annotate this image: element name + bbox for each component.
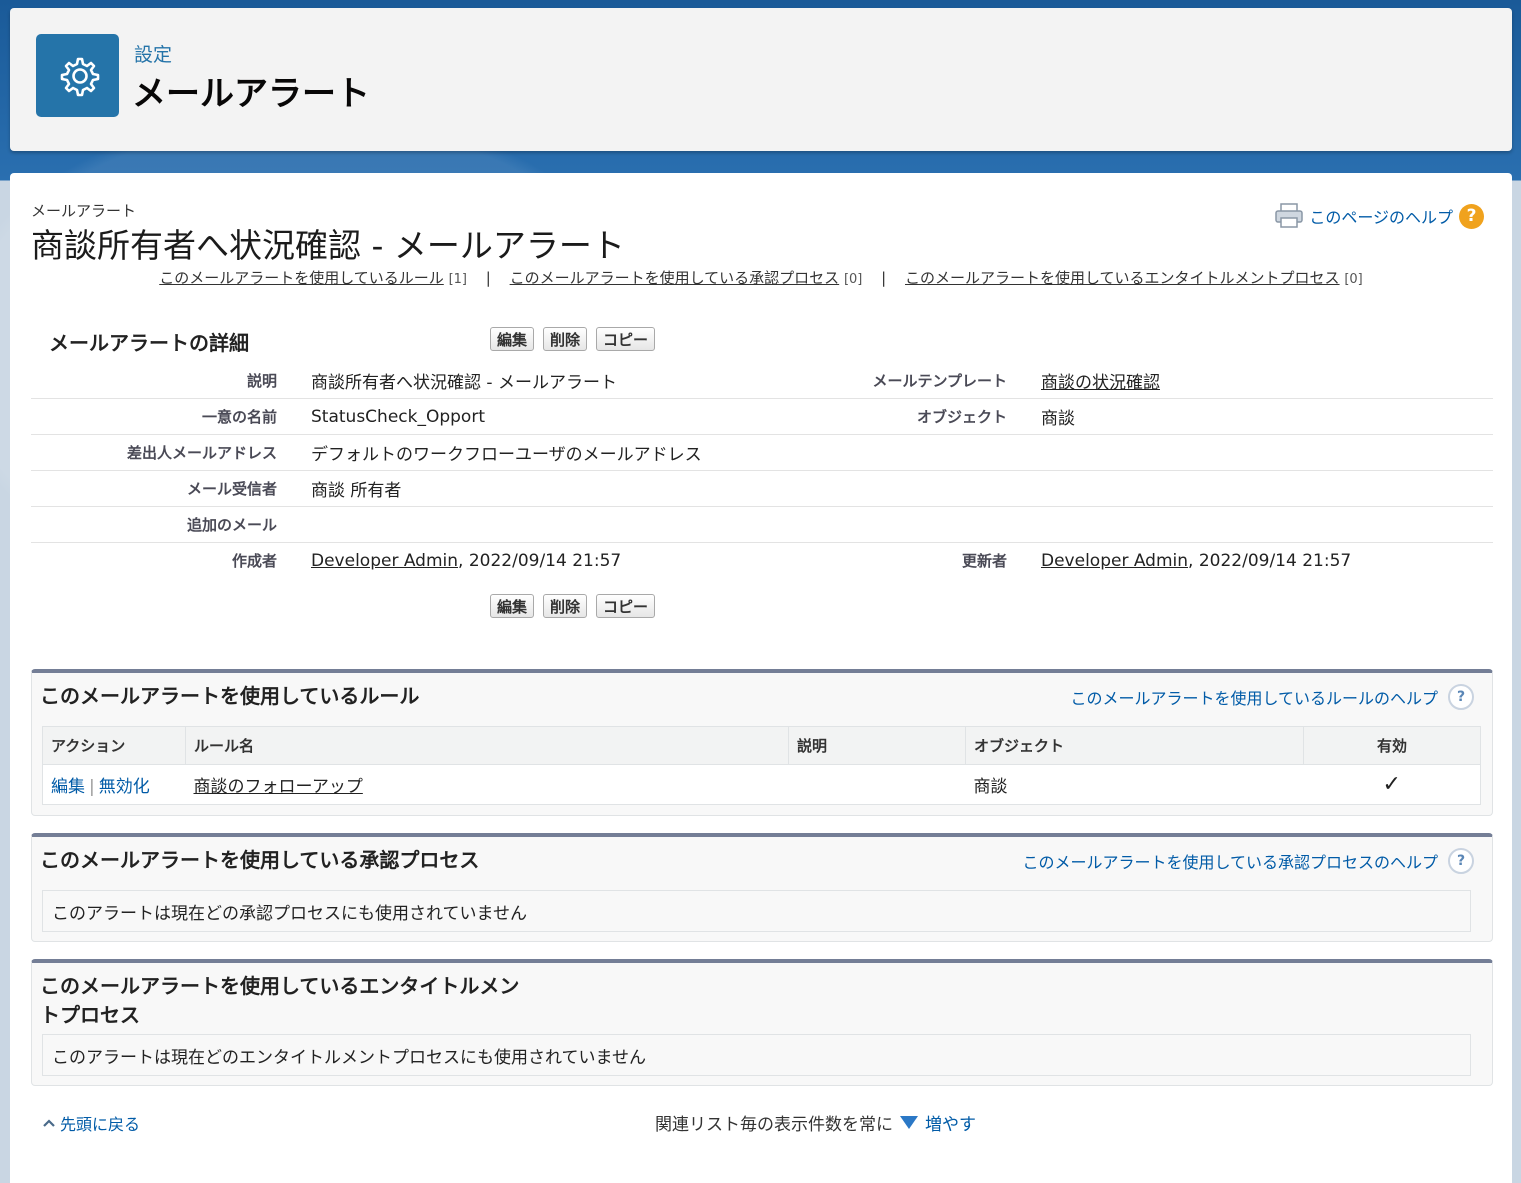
detail-row: 作成者 Developer Admin, 2022/09/14 21:57 更新…	[31, 543, 1493, 579]
table-row: 編集 | 無効化 商談のフォローアップ 商談 ✓	[43, 765, 1481, 805]
approval-section-title: このメールアラートを使用している承認プロセス	[40, 848, 480, 872]
approval-related-list: このメールアラートを使用している承認プロセス このメールアラートを使用している承…	[31, 833, 1493, 942]
help-icon[interactable]: ?	[1459, 203, 1484, 229]
modified-date: , 2022/09/14 21:57	[1188, 550, 1352, 571]
entitlement-section-title: このメールアラートを使用しているエンタイトルメン トプロセス	[40, 974, 520, 1027]
deactivate-rule-link[interactable]: 無効化	[99, 777, 150, 797]
column-header-rule-name: ルール名	[185, 726, 789, 765]
field-value: 商談	[1041, 398, 1493, 435]
related-count-entitlements: [0]	[1344, 272, 1363, 287]
field-label: メールテンプレート	[831, 363, 1041, 399]
setup-header: 設定 メールアラート	[10, 8, 1512, 151]
main-panel: メールアラート 商談所有者へ状況確認 - メールアラート このページのヘルプ ?…	[10, 173, 1512, 1183]
rules-related-list: このメールアラートを使用しているルール このメールアラートを使用しているルールの…	[31, 669, 1493, 816]
show-more-link[interactable]: 増やす	[925, 1110, 976, 1135]
detail-section-title: メールアラートの詳細	[49, 331, 249, 355]
field-value: StatusCheck_Opport	[311, 398, 831, 435]
field-label: オブジェクト	[831, 398, 1041, 435]
field-value: デフォルトのワークフローユーザのメールアドレス	[311, 434, 831, 471]
rules-section-title: このメールアラートを使用しているルール	[40, 684, 420, 708]
detail-table: 説明 商談所有者へ状況確認 - メールアラート メールテンプレート 商談の状況確…	[31, 363, 1493, 578]
entitlement-empty-message: このアラートは現在どのエンタイトルメントプロセスにも使用されていません	[42, 1034, 1471, 1076]
header-title: メールアラート	[132, 74, 370, 114]
column-header-action: アクション	[42, 726, 186, 765]
created-by-link[interactable]: Developer Admin	[311, 551, 458, 571]
detail-row: 一意の名前 StatusCheck_Opport オブジェクト 商談	[31, 398, 1493, 435]
delete-button[interactable]: 削除	[543, 594, 588, 618]
email-template-link[interactable]: 商談の状況確認	[1041, 373, 1160, 393]
related-link-rules[interactable]: このメールアラートを使用しているルール	[159, 269, 444, 287]
approval-empty-message: このアラートは現在どの承認プロセスにも使用されていません	[42, 890, 1471, 932]
related-link-entitlements[interactable]: このメールアラートを使用しているエンタイトルメントプロセス	[905, 269, 1340, 287]
printer-icon[interactable]	[1275, 203, 1304, 229]
rules-help-label[interactable]: このメールアラートを使用しているルールのヘルプ	[1070, 685, 1438, 709]
field-label: メール受信者	[31, 470, 311, 507]
column-header-active: 有効	[1303, 726, 1481, 765]
approval-help-label[interactable]: このメールアラートを使用している承認プロセスのヘルプ	[1022, 849, 1438, 873]
show-more-bar: 関連リスト毎の表示件数を常に 増やす	[655, 1110, 976, 1135]
field-value: 商談所有者へ状況確認 - メールアラート	[311, 363, 831, 399]
active-checkmark-icon: ✓	[1382, 772, 1401, 797]
detail-row: 差出人メールアドレス デフォルトのワークフローユーザのメールアドレス	[31, 434, 1493, 471]
related-links-bar: このメールアラートを使用しているルール [1] | このメールアラートを使用して…	[159, 269, 1363, 287]
edit-button[interactable]: 編集	[490, 327, 535, 351]
help-icon[interactable]: ?	[1448, 848, 1474, 874]
rule-name-link[interactable]: 商談のフォローアップ	[194, 777, 363, 797]
related-count-approvals: [0]	[843, 272, 863, 287]
gear-icon	[36, 34, 119, 117]
detail-row: 追加のメール	[31, 506, 1493, 543]
breadcrumb: メールアラート	[31, 202, 137, 220]
edit-rule-link[interactable]: 編集	[51, 777, 85, 797]
field-value: 商談 所有者	[311, 470, 831, 507]
created-date: , 2022/09/14 21:57	[458, 550, 622, 571]
field-label: 作成者	[231, 552, 277, 570]
page-title: 商談所有者へ状況確認 - メールアラート	[31, 226, 625, 265]
copy-button[interactable]: コピー	[596, 327, 656, 351]
page-help-link[interactable]: このページのヘルプ ?	[1275, 203, 1484, 229]
column-header-object: オブジェクト	[965, 726, 1304, 765]
related-count-rules: [1]	[448, 272, 467, 287]
back-to-top-link[interactable]: 先頭に戻る	[42, 1111, 140, 1135]
detail-bottom-buttons: 編集 削除 コピー	[490, 594, 656, 618]
triangle-down-icon[interactable]	[899, 1115, 919, 1131]
header-subtitle: 設定	[134, 44, 173, 66]
rules-help-link[interactable]: このメールアラートを使用しているルールのヘルプ ?	[1070, 684, 1474, 710]
field-label: 更新者	[961, 552, 1007, 570]
delete-button[interactable]: 削除	[543, 327, 588, 351]
field-label: 追加のメール	[31, 506, 311, 543]
field-value	[311, 506, 831, 543]
detail-row: メール受信者 商談 所有者	[31, 470, 1493, 507]
chevron-up-icon[interactable]	[42, 1118, 56, 1128]
field-label: 差出人メールアドレス	[31, 434, 311, 471]
approval-help-link[interactable]: このメールアラートを使用している承認プロセスのヘルプ ?	[1022, 848, 1474, 874]
column-header-description: 説明	[788, 726, 966, 765]
modified-by-link[interactable]: Developer Admin	[1041, 551, 1188, 571]
edit-button[interactable]: 編集	[490, 594, 535, 618]
show-more-prefix: 関連リスト毎の表示件数を常に	[655, 1115, 893, 1135]
copy-button[interactable]: コピー	[596, 594, 656, 618]
field-label: 説明	[31, 363, 311, 399]
entitlement-related-list: このメールアラートを使用しているエンタイトルメン トプロセス このアラートは現在…	[31, 959, 1493, 1086]
page-help-label[interactable]: このページのヘルプ	[1309, 204, 1453, 228]
help-icon[interactable]: ?	[1448, 684, 1474, 710]
detail-row: 説明 商談所有者へ状況確認 - メールアラート メールテンプレート 商談の状況確…	[31, 363, 1493, 399]
detail-top-buttons: 編集 削除 コピー	[490, 327, 656, 351]
field-label: 一意の名前	[31, 398, 311, 435]
rules-table: アクション ルール名 説明 オブジェクト 有効 編集 | 無効化 商談のフォローアッ…	[42, 726, 1481, 805]
rule-description	[789, 765, 966, 805]
rule-object: 商談	[973, 777, 1008, 797]
related-link-approvals[interactable]: このメールアラートを使用している承認プロセス	[510, 269, 840, 287]
